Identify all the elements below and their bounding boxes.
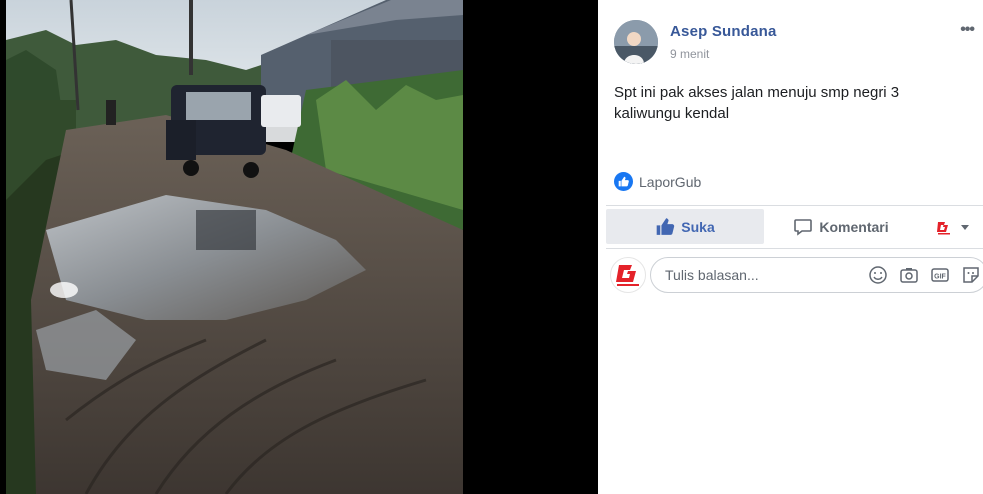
post-timestamp[interactable]: 9 menit bbox=[670, 47, 709, 61]
reply-composer: Tulis balasan... GIF bbox=[606, 254, 983, 296]
reply-input[interactable]: Tulis balasan... GIF bbox=[650, 257, 983, 293]
identity-switcher[interactable] bbox=[928, 209, 978, 244]
divider bbox=[606, 248, 983, 249]
reaction-summary[interactable]: LaporGub bbox=[614, 172, 701, 191]
photo-viewer bbox=[0, 0, 598, 494]
camera-icon[interactable] bbox=[899, 265, 919, 285]
post-photo[interactable] bbox=[6, 0, 463, 494]
like-icon bbox=[614, 172, 633, 191]
emoji-icon[interactable] bbox=[868, 265, 888, 285]
post-actions: Suka Komentari bbox=[606, 209, 983, 244]
comment-button[interactable]: Komentari bbox=[781, 209, 901, 244]
svg-text:GIF: GIF bbox=[934, 274, 946, 281]
author-name[interactable]: Asep Sundana bbox=[670, 23, 777, 40]
divider bbox=[606, 205, 983, 206]
chevron-down-icon bbox=[961, 224, 969, 230]
comment-icon bbox=[794, 218, 813, 236]
reply-placeholder: Tulis balasan... bbox=[665, 267, 759, 283]
post-sidebar: Asep Sundana 9 menit ••• Spt ini pak aks… bbox=[598, 0, 983, 494]
page-avatar[interactable] bbox=[610, 257, 646, 293]
laporgub-logo-icon bbox=[937, 221, 950, 234]
road-photo-image bbox=[6, 0, 463, 494]
more-options-icon[interactable]: ••• bbox=[960, 21, 975, 39]
comment-label: Komentari bbox=[819, 218, 889, 235]
reactor-name[interactable]: LaporGub bbox=[639, 174, 701, 190]
post-header: Asep Sundana 9 menit ••• bbox=[614, 17, 975, 64]
like-button[interactable]: Suka bbox=[606, 209, 764, 244]
author-avatar[interactable] bbox=[614, 20, 658, 64]
thumbs-up-icon bbox=[656, 218, 675, 235]
gif-icon[interactable]: GIF bbox=[930, 265, 950, 285]
post-text: Spt ini pak akses jalan menuju smp negri… bbox=[614, 84, 900, 122]
sticker-icon[interactable] bbox=[961, 265, 981, 285]
reply-tools: GIF bbox=[868, 265, 981, 285]
laporgub-logo-icon bbox=[616, 265, 639, 286]
like-label: Suka bbox=[681, 218, 715, 235]
